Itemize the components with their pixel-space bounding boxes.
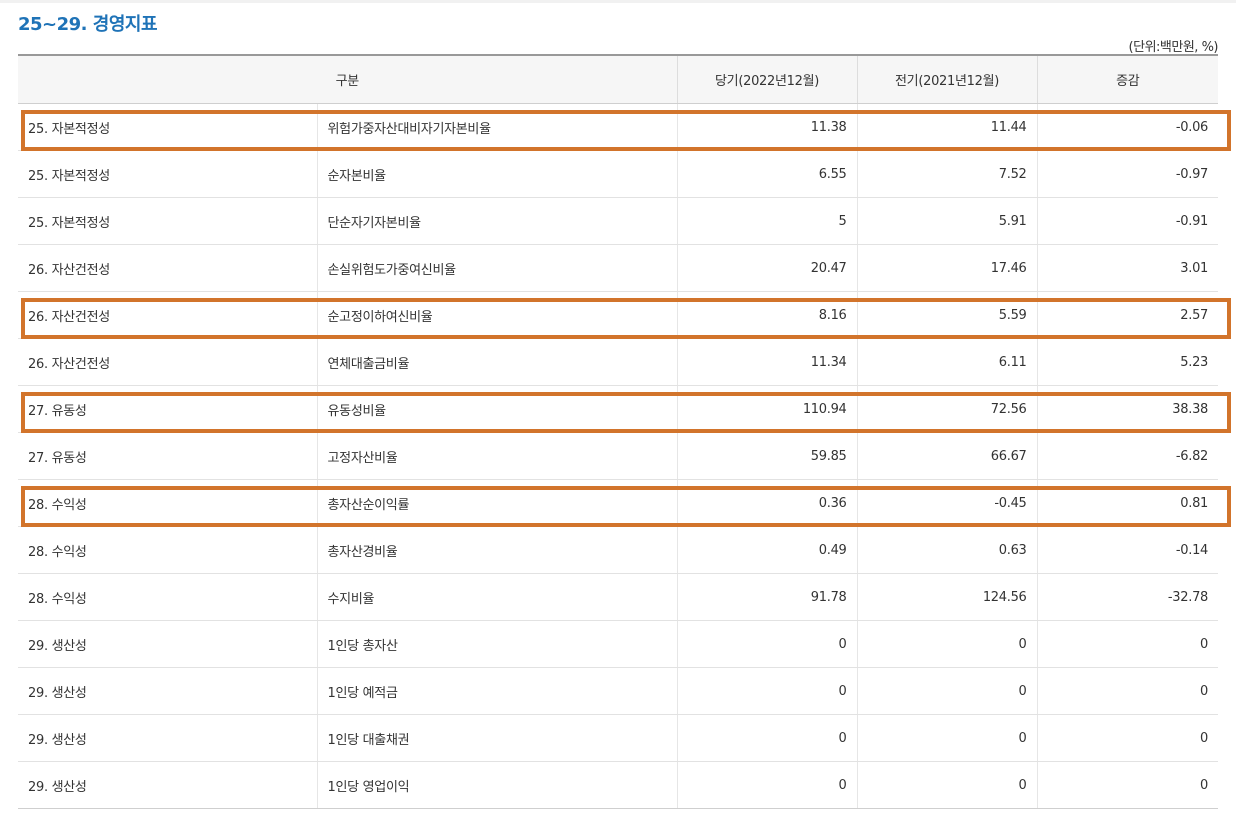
row-group-cell: 25. 자본적정성 [18,150,317,198]
row-item-cell: 고정자산비율 [316,432,678,480]
row-item-cell: 1인당 대출채권 [316,714,678,762]
row-previous-value: -0.45 [856,479,1038,527]
row-change-value: 2.57 [1036,291,1219,339]
table-row: 29. 생산성 1인당 총자산 0 0 0 [18,620,1219,668]
table-row: 29. 생산성 1인당 대출채권 0 0 0 [18,714,1219,762]
table-row: 28. 수익성 수지비율 91.78 124.56 -32.78 [18,573,1219,621]
row-current-value: 5 [676,197,858,245]
row-previous-value: 0.63 [856,526,1038,574]
table-row: 25. 자본적정성 순자본비율 6.55 7.52 -0.97 [18,150,1219,198]
row-change-value: 38.38 [1036,385,1219,433]
row-group-cell: 27. 유동성 [18,432,317,480]
header-change: 증감 [1036,54,1219,104]
section-title: 25~29. 경영지표 [18,14,158,35]
row-previous-value: 17.46 [856,244,1038,292]
row-current-value: 8.16 [676,291,858,339]
row-item-cell: 유동성비율 [316,385,678,433]
unit-note: (단위:백만원, %) [1128,40,1219,55]
row-group-cell: 25. 자본적정성 [18,103,317,151]
row-item-cell: 단순자기자본비율 [316,197,678,245]
row-item-cell: 위험가중자산대비자기자본비율 [316,103,678,151]
row-previous-value: 0 [856,761,1038,809]
row-item-cell: 순고정이하여신비율 [316,291,678,339]
header-current-period: 당기(2022년12월) [676,54,858,104]
row-previous-value: 0 [856,667,1038,715]
row-item-cell: 연체대출금비율 [316,338,678,386]
table-row: 29. 생산성 1인당 예적금 0 0 0 [18,667,1219,715]
header-category: 구분 [18,54,678,104]
row-item-cell: 수지비율 [316,573,678,621]
row-current-value: 0.49 [676,526,858,574]
table-header-row: 구분 당기(2022년12월) 전기(2021년12월) 증감 [18,54,1219,104]
top-divider [0,0,1236,3]
row-change-value: 0 [1036,667,1219,715]
table-row: 25. 자본적정성 단순자기자본비율 5 5.91 -0.91 [18,197,1219,245]
table-row: 28. 수익성 총자산경비율 0.49 0.63 -0.14 [18,526,1219,574]
row-group-cell: 29. 생산성 [18,761,317,809]
row-change-value: 0 [1036,714,1219,762]
row-previous-value: 124.56 [856,573,1038,621]
table-row: 27. 유동성 유동성비율 110.94 72.56 38.38 [18,385,1219,433]
row-item-cell: 1인당 예적금 [316,667,678,715]
table-row: 29. 생산성 1인당 영업이익 0 0 0 [18,761,1219,809]
table-row: 26. 자산건전성 연체대출금비율 11.34 6.11 5.23 [18,338,1219,386]
row-item-cell: 손실위험도가중여신비율 [316,244,678,292]
row-item-cell: 1인당 영업이익 [316,761,678,809]
row-item-cell: 순자본비율 [316,150,678,198]
row-current-value: 91.78 [676,573,858,621]
table-row: 26. 자산건전성 순고정이하여신비율 8.16 5.59 2.57 [18,291,1219,339]
row-previous-value: 0 [856,620,1038,668]
row-group-cell: 28. 수익성 [18,573,317,621]
row-change-value: -0.97 [1036,150,1219,198]
row-group-cell: 29. 생산성 [18,714,317,762]
row-group-cell: 29. 생산성 [18,667,317,715]
row-change-value: 0.81 [1036,479,1219,527]
table-row: 28. 수익성 총자산순이익률 0.36 -0.45 0.81 [18,479,1219,527]
row-previous-value: 6.11 [856,338,1038,386]
row-change-value: -0.91 [1036,197,1219,245]
row-previous-value: 11.44 [856,103,1038,151]
row-change-value: -0.06 [1036,103,1219,151]
row-current-value: 11.38 [676,103,858,151]
row-group-cell: 26. 자산건전성 [18,291,317,339]
row-current-value: 0 [676,714,858,762]
row-previous-value: 7.52 [856,150,1038,198]
row-current-value: 6.55 [676,150,858,198]
row-item-cell: 총자산순이익률 [316,479,678,527]
row-group-cell: 27. 유동성 [18,385,317,433]
row-change-value: 0 [1036,761,1219,809]
row-previous-value: 5.91 [856,197,1038,245]
row-change-value: 5.23 [1036,338,1219,386]
row-group-cell: 25. 자본적정성 [18,197,317,245]
header-previous-period: 전기(2021년12월) [856,54,1038,104]
row-current-value: 0 [676,620,858,668]
row-change-value: 3.01 [1036,244,1219,292]
row-current-value: 0 [676,667,858,715]
row-change-value: -0.14 [1036,526,1219,574]
row-change-value: -6.82 [1036,432,1219,480]
row-item-cell: 1인당 총자산 [316,620,678,668]
row-current-value: 110.94 [676,385,858,433]
row-current-value: 0.36 [676,479,858,527]
row-group-cell: 28. 수익성 [18,479,317,527]
row-previous-value: 72.56 [856,385,1038,433]
row-group-cell: 28. 수익성 [18,526,317,574]
row-current-value: 59.85 [676,432,858,480]
row-item-cell: 총자산경비율 [316,526,678,574]
row-current-value: 0 [676,761,858,809]
row-change-value: 0 [1036,620,1219,668]
row-change-value: -32.78 [1036,573,1219,621]
management-indicators-table: 구분 당기(2022년12월) 전기(2021년12월) 증감 25. 자본적정… [18,54,1219,809]
row-group-cell: 29. 생산성 [18,620,317,668]
row-group-cell: 26. 자산건전성 [18,244,317,292]
table-row: 27. 유동성 고정자산비율 59.85 66.67 -6.82 [18,432,1219,480]
table-row: 25. 자본적정성 위험가중자산대비자기자본비율 11.38 11.44 -0.06 [18,103,1219,151]
row-group-cell: 26. 자산건전성 [18,338,317,386]
row-previous-value: 5.59 [856,291,1038,339]
table-row: 26. 자산건전성 손실위험도가중여신비율 20.47 17.46 3.01 [18,244,1219,292]
row-current-value: 20.47 [676,244,858,292]
row-current-value: 11.34 [676,338,858,386]
row-previous-value: 66.67 [856,432,1038,480]
row-previous-value: 0 [856,714,1038,762]
